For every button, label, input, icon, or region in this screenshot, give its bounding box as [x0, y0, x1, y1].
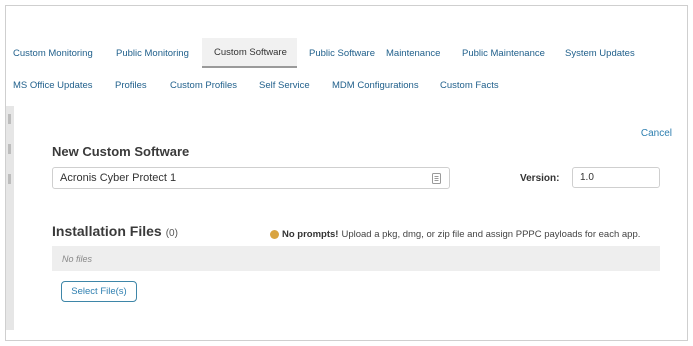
tab-bar-row-2: MS Office Updates Profiles Custom Profil… [6, 70, 520, 100]
hand-icon [270, 230, 279, 239]
tab-bar-row-1: Custom Monitoring Public Monitoring Cust… [6, 38, 654, 68]
clipboard-icon[interactable] [432, 173, 441, 184]
tab-profiles[interactable]: Profiles [115, 70, 170, 100]
left-scroll-rail [6, 106, 14, 330]
tab-public-monitoring[interactable]: Public Monitoring [110, 38, 202, 68]
tab-ms-office-updates[interactable]: MS Office Updates [6, 70, 115, 100]
version-value: 1.0 [580, 172, 594, 183]
tab-self-service[interactable]: Self Service [259, 70, 332, 100]
software-name-value: Acronis Cyber Protect 1 [60, 172, 177, 184]
notice-text: Upload a pkg, dmg, or zip file and assig… [341, 229, 641, 240]
installation-files-count: (0) [165, 228, 178, 239]
tab-custom-monitoring[interactable]: Custom Monitoring [6, 38, 110, 68]
no-files-text: No files [62, 253, 93, 264]
rail-marker [8, 114, 11, 124]
new-software-panel: Cancel New Custom Software Acronis Cyber… [30, 106, 687, 336]
tab-mdm-configurations[interactable]: MDM Configurations [332, 70, 440, 100]
rail-marker [8, 144, 11, 154]
version-label: Version: [520, 173, 560, 184]
tab-public-software[interactable]: Public Software [297, 38, 385, 68]
tab-custom-facts[interactable]: Custom Facts [440, 70, 520, 100]
installation-files-title: Installation Files [52, 223, 162, 239]
no-prompts-notice: No prompts! Upload a pkg, dmg, or zip fi… [270, 229, 640, 240]
tab-system-updates[interactable]: System Updates [564, 38, 654, 68]
tab-maintenance[interactable]: Maintenance [385, 38, 461, 68]
page-title: New Custom Software [52, 144, 190, 159]
tab-public-maintenance[interactable]: Public Maintenance [461, 38, 564, 68]
version-field[interactable]: 1.0 [572, 167, 660, 188]
software-name-field[interactable]: Acronis Cyber Protect 1 [52, 167, 450, 189]
tab-custom-software[interactable]: Custom Software [202, 38, 297, 68]
tab-custom-profiles[interactable]: Custom Profiles [170, 70, 259, 100]
installation-files-heading: Installation Files (0) [52, 223, 178, 239]
notice-bold-text: No prompts! [282, 229, 339, 240]
rail-marker [8, 174, 11, 184]
cancel-link[interactable]: Cancel [641, 128, 672, 139]
files-table-empty: No files [52, 246, 660, 271]
select-files-button[interactable]: Select File(s) [61, 281, 137, 302]
app-frame: Custom Monitoring Public Monitoring Cust… [5, 5, 688, 341]
